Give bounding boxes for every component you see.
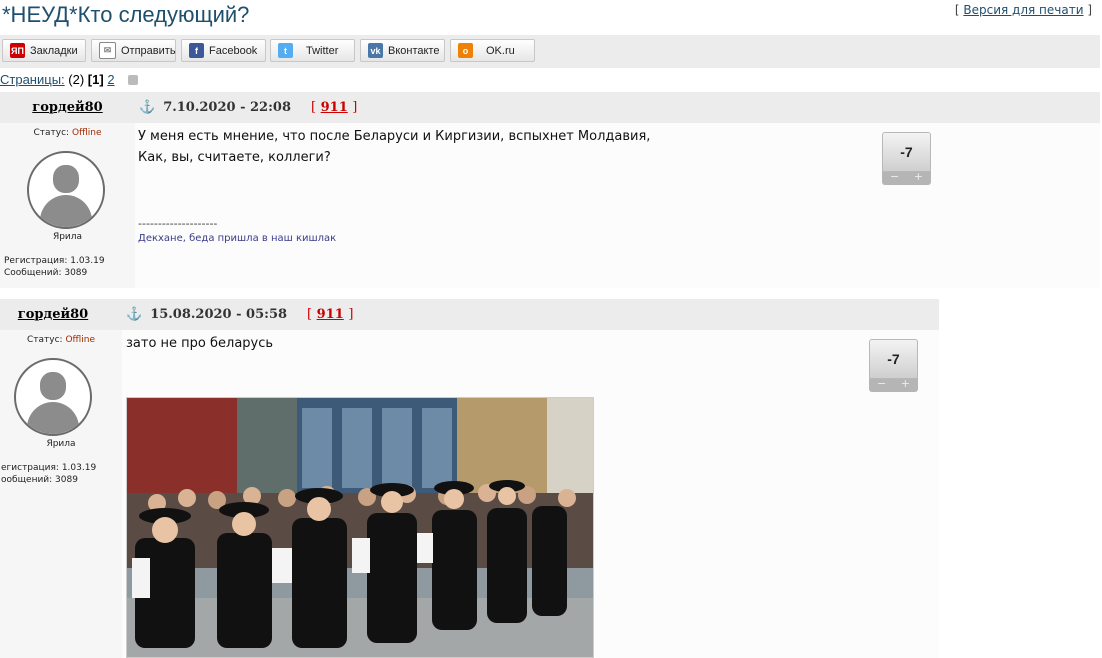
post-2-image <box>126 397 594 658</box>
anchor-icon[interactable]: ⚓ <box>126 307 142 322</box>
send-label: Отправить <box>121 44 176 57</box>
post-2-message-count: ообщений: 3089 <box>1 475 78 485</box>
mail-icon: ✉ <box>99 42 116 59</box>
post-1-content: У меня есть мнение, что после Беларуси и… <box>135 123 1100 288</box>
post-1-header: гордей80 ⚓ 7.10.2020 - 22:08 [ 911 ] <box>0 92 1100 123</box>
send-button[interactable]: ✉ Отправить <box>91 39 176 62</box>
post-2-rating-value: -7 <box>869 339 918 379</box>
bookmarks-button[interactable]: ЯП Закладки <box>2 39 86 62</box>
share-bar: ЯП Закладки ✉ Отправить f Facebook t Twi… <box>0 35 1100 68</box>
post-1-rank: Ярила <box>52 232 83 242</box>
post-1: гордей80 ⚓ 7.10.2020 - 22:08 [ 911 ] Ста… <box>0 92 1100 288</box>
check-icon[interactable] <box>128 75 139 85</box>
post-2-registration: егистрация: 1.03.19 <box>1 463 97 473</box>
post-2-author[interactable]: гордей80 <box>0 299 106 330</box>
bracket-open: [ <box>311 100 317 115</box>
post-1-registration: Регистрация: 1.03.19 <box>4 256 105 266</box>
vk-icon: vk <box>368 43 383 58</box>
post-1-signature: Декхане, беда пришла в наш кишлак <box>138 233 337 244</box>
post-2-rank: Ярила <box>46 439 76 449</box>
post-2-status: Статус: Offline <box>0 335 122 345</box>
ok-label: OK.ru <box>486 44 515 57</box>
post-2-sidebar: Статус: Offline Ярила егистрация: 1.03.1… <box>0 330 122 658</box>
post-2-header: гордей80 ⚓ 15.08.2020 - 05:58 [ 911 ] <box>0 299 939 330</box>
ok-icon: о <box>458 43 473 58</box>
post-1-number[interactable]: 911 <box>321 100 348 115</box>
post-2-text: зато не про беларусь <box>126 336 274 351</box>
current-page: [1] <box>87 72 104 87</box>
print-version-link[interactable]: Версия для печати <box>963 3 1083 17</box>
rate-down-button[interactable]: − <box>877 377 886 390</box>
post-1-meta: ⚓ 7.10.2020 - 22:08 [ 911 ] <box>139 92 357 123</box>
status-value: Offline <box>65 335 95 345</box>
bookmarks-label: Закладки <box>30 44 78 57</box>
post-1-line-2: Как, вы, считаете, коллеги? <box>138 150 331 165</box>
pagination: Страницы: (2) [1] 2 <box>0 72 139 87</box>
facebook-label: Facebook <box>209 44 258 57</box>
ok-button[interactable]: о OK.ru <box>450 39 535 62</box>
bracket-open: [ <box>307 307 313 322</box>
status-label: Статус: <box>33 128 70 138</box>
twitter-icon: t <box>278 43 293 58</box>
post-1-line-1: У меня есть мнение, что после Беларуси и… <box>138 129 651 144</box>
bracket-close: ] <box>348 307 354 322</box>
post-1-author[interactable]: гордей80 <box>0 92 135 123</box>
post-1-message-count: Сообщений: 3089 <box>4 268 88 278</box>
facebook-icon: f <box>189 43 204 58</box>
post-1-rating-value: -7 <box>882 132 931 172</box>
twitter-button[interactable]: t Twitter <box>270 39 355 62</box>
post-1-avatar <box>27 151 105 229</box>
anchor-icon[interactable]: ⚓ <box>139 100 155 115</box>
post-2-date: 15.08.2020 - 05:58 <box>150 307 288 322</box>
bracket-close: ] <box>352 100 358 115</box>
topic-title: *НЕУД*Кто следующий? <box>2 2 250 27</box>
vk-label: Вконтакте <box>388 44 440 57</box>
yap-bookmarks-icon: ЯП <box>10 43 25 58</box>
pages-label[interactable]: Страницы: <box>0 72 65 87</box>
rate-down-button[interactable]: − <box>890 170 899 183</box>
post-1-rating: -7 − + <box>882 132 931 185</box>
rate-up-button[interactable]: + <box>901 377 910 390</box>
post-1-status: Статус: Offline <box>0 128 135 138</box>
print-version: [ Версия для печати ] <box>955 3 1092 17</box>
vk-button[interactable]: vk Вконтакте <box>360 39 445 62</box>
facebook-button[interactable]: f Facebook <box>181 39 266 62</box>
page-2-link[interactable]: 2 <box>107 72 114 87</box>
pages-count: (2) <box>68 72 85 87</box>
post-1-date: 7.10.2020 - 22:08 <box>163 100 291 115</box>
twitter-label: Twitter <box>306 44 339 57</box>
post-2-number[interactable]: 911 <box>317 307 344 322</box>
post-1-sidebar: Статус: Offline Ярила Регистрация: 1.03.… <box>0 123 135 288</box>
status-value: Offline <box>71 128 102 138</box>
rate-up-button[interactable]: + <box>914 170 923 183</box>
post-2-rating: -7 − + <box>869 339 918 392</box>
street-dance-photo <box>127 398 593 657</box>
post-2-avatar <box>14 358 92 436</box>
status-label: Статус: <box>27 335 63 345</box>
bracket-close: ] <box>1083 3 1092 17</box>
post-2-meta: ⚓ 15.08.2020 - 05:58 [ 911 ] <box>126 299 353 330</box>
signature-separator: -------------------- <box>138 217 218 230</box>
post-1-text: У меня есть мнение, что после Беларуси и… <box>138 126 650 168</box>
